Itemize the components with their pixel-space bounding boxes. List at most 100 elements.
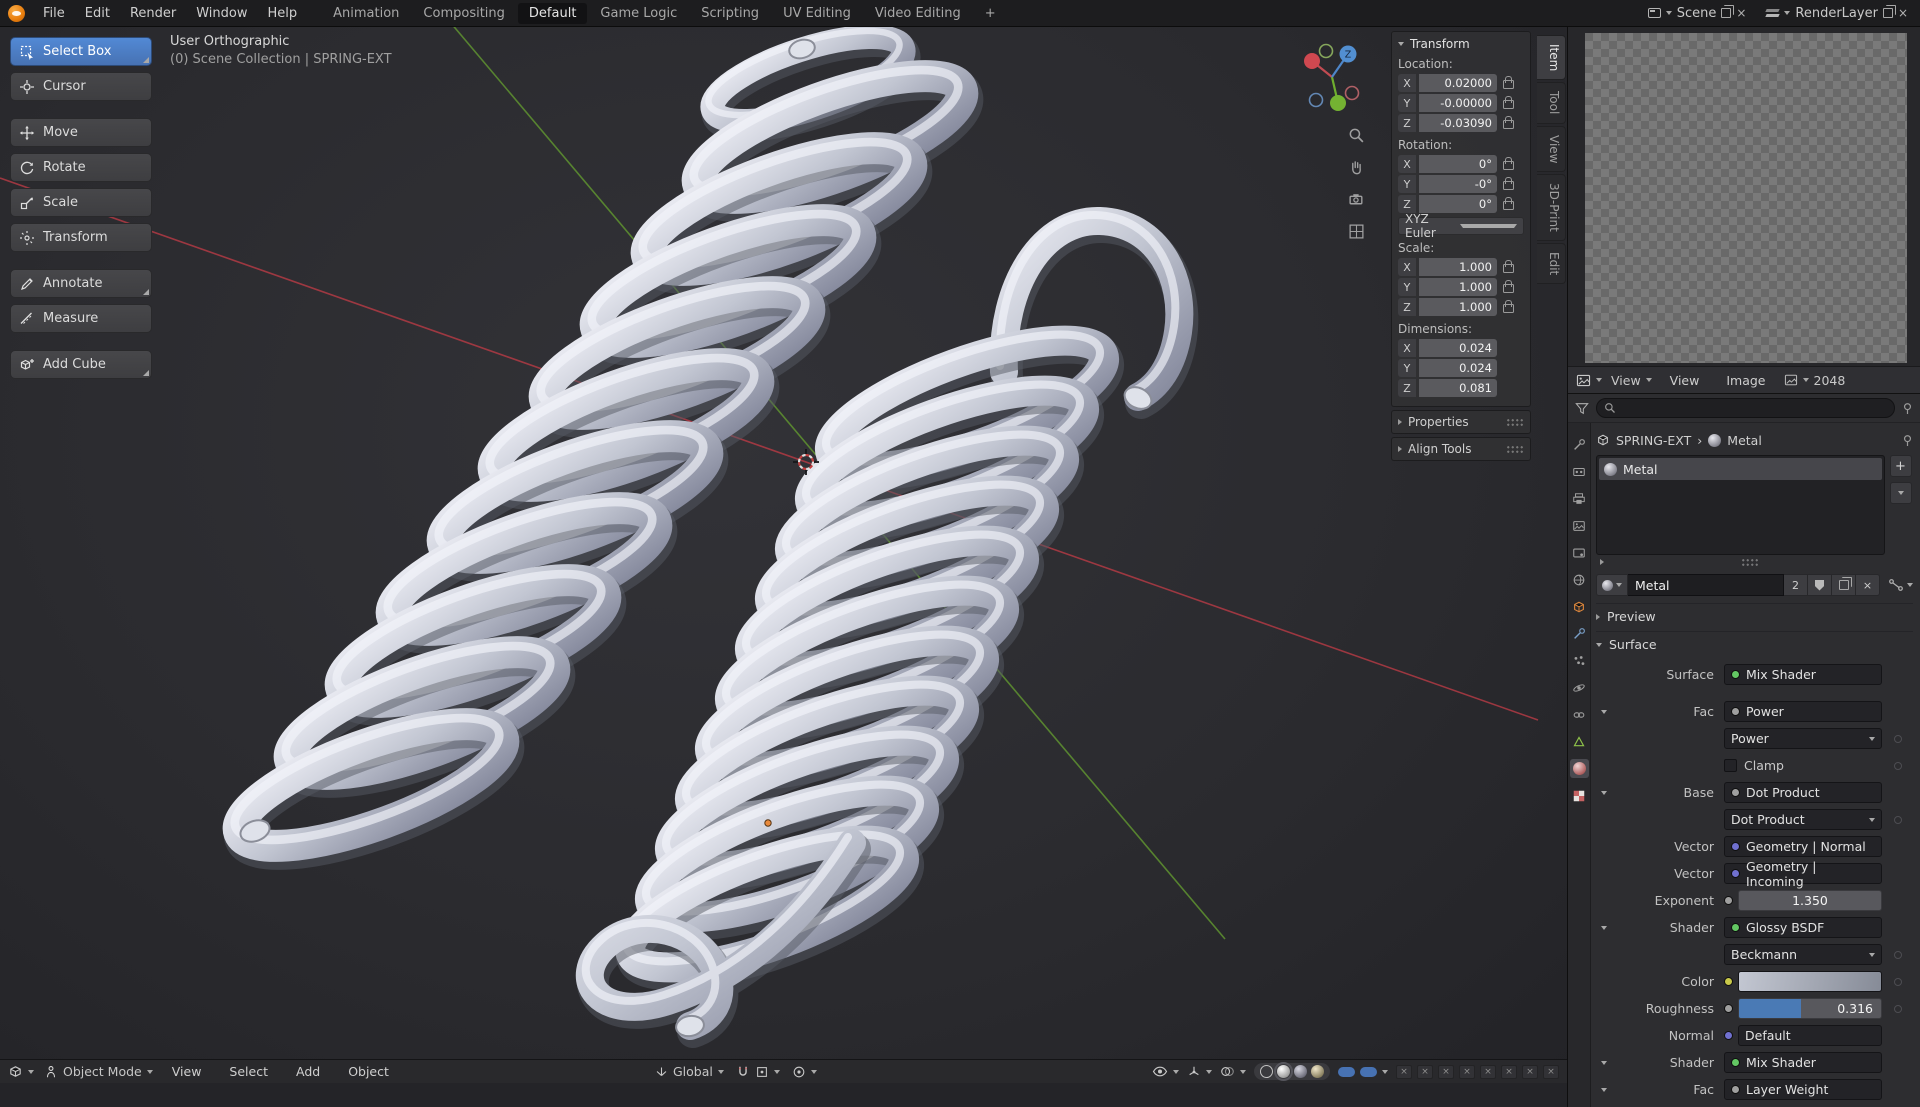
vector2-field[interactable]: Geometry | Incoming (1724, 859, 1882, 889)
image-datablock-selector[interactable]: 2048 (1784, 373, 1845, 388)
menu-help[interactable]: Help (259, 3, 307, 24)
dimensions-x-field[interactable]: 0.024 (1419, 339, 1497, 357)
sidebar-tab-item[interactable]: Item (1537, 35, 1566, 81)
tool-select-box[interactable]: Select Box (10, 37, 152, 66)
transform-orientation-dropdown[interactable]: Global (655, 1064, 724, 1079)
grid-ortho-icon[interactable] (1348, 223, 1365, 240)
properties-collapsed-panel[interactable]: Properties (1391, 410, 1531, 434)
editor-type-selector[interactable] (8, 1064, 34, 1079)
image-menu-image[interactable]: Image (1717, 370, 1774, 391)
gizmo-x-neg-axis[interactable] (1344, 85, 1360, 101)
toggle-pill[interactable] (1360, 1066, 1377, 1077)
material-slot-list[interactable]: Metal (1596, 455, 1885, 555)
sidebar-tab-tool[interactable]: Tool (1537, 82, 1566, 124)
scale-z-field[interactable]: 1.000 (1419, 298, 1497, 316)
pan-hand-icon[interactable] (1348, 159, 1365, 176)
menu-render[interactable]: Render (121, 3, 185, 24)
props-tab-render[interactable] (1570, 462, 1589, 481)
surface-shader-field[interactable]: Mix Shader (1724, 664, 1882, 685)
pass-toggle-icon[interactable]: × (1522, 1064, 1538, 1079)
props-tab-constraints[interactable] (1570, 705, 1589, 724)
shading-material-icon[interactable] (1294, 1065, 1307, 1078)
align-tools-collapsed-panel[interactable]: Align Tools (1391, 437, 1531, 461)
props-tab-particles[interactable] (1570, 651, 1589, 670)
camera-view-icon[interactable] (1348, 191, 1365, 208)
tool-scale[interactable]: Scale (10, 188, 152, 217)
shader1-field[interactable]: Glossy BSDF (1724, 917, 1882, 938)
tool-add-cube[interactable]: Add Cube (10, 350, 152, 379)
gizmo-z-neg-axis[interactable] (1308, 92, 1324, 108)
props-tab-scene[interactable] (1570, 543, 1589, 562)
panel-drag-grip[interactable] (1506, 417, 1524, 427)
renderlayer-unlink-icon[interactable]: × (1898, 7, 1908, 19)
tab-default[interactable]: Default (517, 2, 588, 24)
lock-icon[interactable] (1502, 280, 1514, 294)
location-z-field[interactable]: -0.03090 (1419, 114, 1497, 132)
sidebar-tab-edit[interactable]: Edit (1537, 242, 1566, 285)
color-swatch[interactable] (1738, 971, 1882, 992)
props-tab-object[interactable] (1570, 597, 1589, 616)
location-x-field[interactable]: 0.02000 (1419, 74, 1497, 92)
collapse-icon[interactable] (1601, 790, 1607, 795)
renderlayer-copy-icon[interactable] (1882, 5, 1896, 18)
surface-section-header[interactable]: Surface (1596, 631, 1913, 657)
tab-uv-editing[interactable]: UV Editing (772, 3, 862, 24)
rotation-x-field[interactable]: 0° (1419, 155, 1497, 173)
grip-dots[interactable] (1740, 557, 1759, 567)
dimensions-y-field[interactable]: 0.024 (1419, 359, 1497, 377)
renderlayer-selector[interactable]: RenderLayer (1795, 6, 1878, 21)
rotation-mode-dropdown[interactable]: XYZ Euler (1398, 212, 1524, 240)
menu-file[interactable]: File (34, 3, 74, 24)
3d-viewport-canvas[interactable] (0, 27, 1567, 1083)
scene-copy-icon[interactable] (1721, 5, 1735, 18)
rotation-z-field[interactable]: 0° (1419, 195, 1497, 213)
sidebar-tab-3d-print[interactable]: 3D-Print (1537, 174, 1566, 241)
shading-solid-icon[interactable] (1274, 1062, 1293, 1081)
props-tab-view-layer[interactable] (1570, 516, 1589, 535)
lock-icon[interactable] (1502, 260, 1514, 274)
chevron-down-icon[interactable] (1784, 11, 1791, 15)
menu-edit[interactable]: Edit (76, 3, 119, 24)
tool-measure[interactable]: Measure (10, 304, 152, 333)
tab-compositing[interactable]: Compositing (412, 3, 516, 24)
location-y-field[interactable]: -0.00000 (1419, 94, 1497, 112)
tab-video-editing[interactable]: Video Editing (864, 3, 972, 24)
slot-specials-button[interactable] (1889, 482, 1912, 504)
scale-x-field[interactable]: 1.000 (1419, 258, 1497, 276)
new-material-button[interactable] (1832, 574, 1856, 596)
material-browse-button[interactable] (1596, 574, 1628, 596)
scene-unlink-icon[interactable]: × (1736, 7, 1746, 19)
scale-y-field[interactable]: 1.000 (1419, 278, 1497, 296)
list-resize-grip[interactable] (1596, 555, 1913, 569)
props-tab-modifiers[interactable] (1570, 624, 1589, 643)
editor-type-selector[interactable] (1576, 374, 1602, 387)
shading-wireframe-icon[interactable] (1260, 1065, 1273, 1078)
vector1-field[interactable]: Geometry | Normal (1724, 836, 1882, 857)
image-menu-view[interactable]: View (1661, 370, 1709, 391)
pass-toggle-icon[interactable]: × (1501, 1064, 1517, 1079)
tool-annotate[interactable]: Annotate (10, 269, 152, 298)
overlays-dropdown[interactable] (1220, 1065, 1246, 1078)
navigation-gizmo[interactable]: Z (1284, 29, 1380, 125)
image-mode-dropdown[interactable]: View (1611, 373, 1652, 388)
sidebar-tab-view[interactable]: View (1537, 125, 1566, 173)
shader2-field[interactable]: Mix Shader (1724, 1052, 1882, 1073)
dimensions-z-field[interactable]: 0.081 (1419, 379, 1497, 397)
scene-selector[interactable]: Scene (1677, 6, 1717, 21)
chevron-down-icon[interactable] (1665, 11, 1672, 15)
viewport-menu-view[interactable]: View (163, 1061, 211, 1082)
add-slot-button[interactable]: + (1889, 455, 1912, 477)
exponent-number-field[interactable]: 1.350 (1738, 890, 1882, 911)
add-workspace-tab[interactable]: + (974, 3, 1007, 24)
pass-toggle-icon[interactable]: × (1438, 1064, 1454, 1079)
tool-move[interactable]: Move (10, 118, 152, 147)
material-name-field[interactable]: Metal (1628, 574, 1784, 596)
panel-drag-grip[interactable] (1506, 444, 1524, 454)
math-operation-dropdown[interactable]: Power (1724, 728, 1882, 749)
proportional-edit-dropdown[interactable] (792, 1065, 817, 1079)
props-tab-output[interactable] (1570, 489, 1589, 508)
xray-toggle-group[interactable] (1338, 1066, 1388, 1077)
properties-search-input[interactable] (1596, 398, 1895, 418)
lock-icon[interactable] (1502, 76, 1514, 90)
props-tab-physics[interactable] (1570, 678, 1589, 697)
